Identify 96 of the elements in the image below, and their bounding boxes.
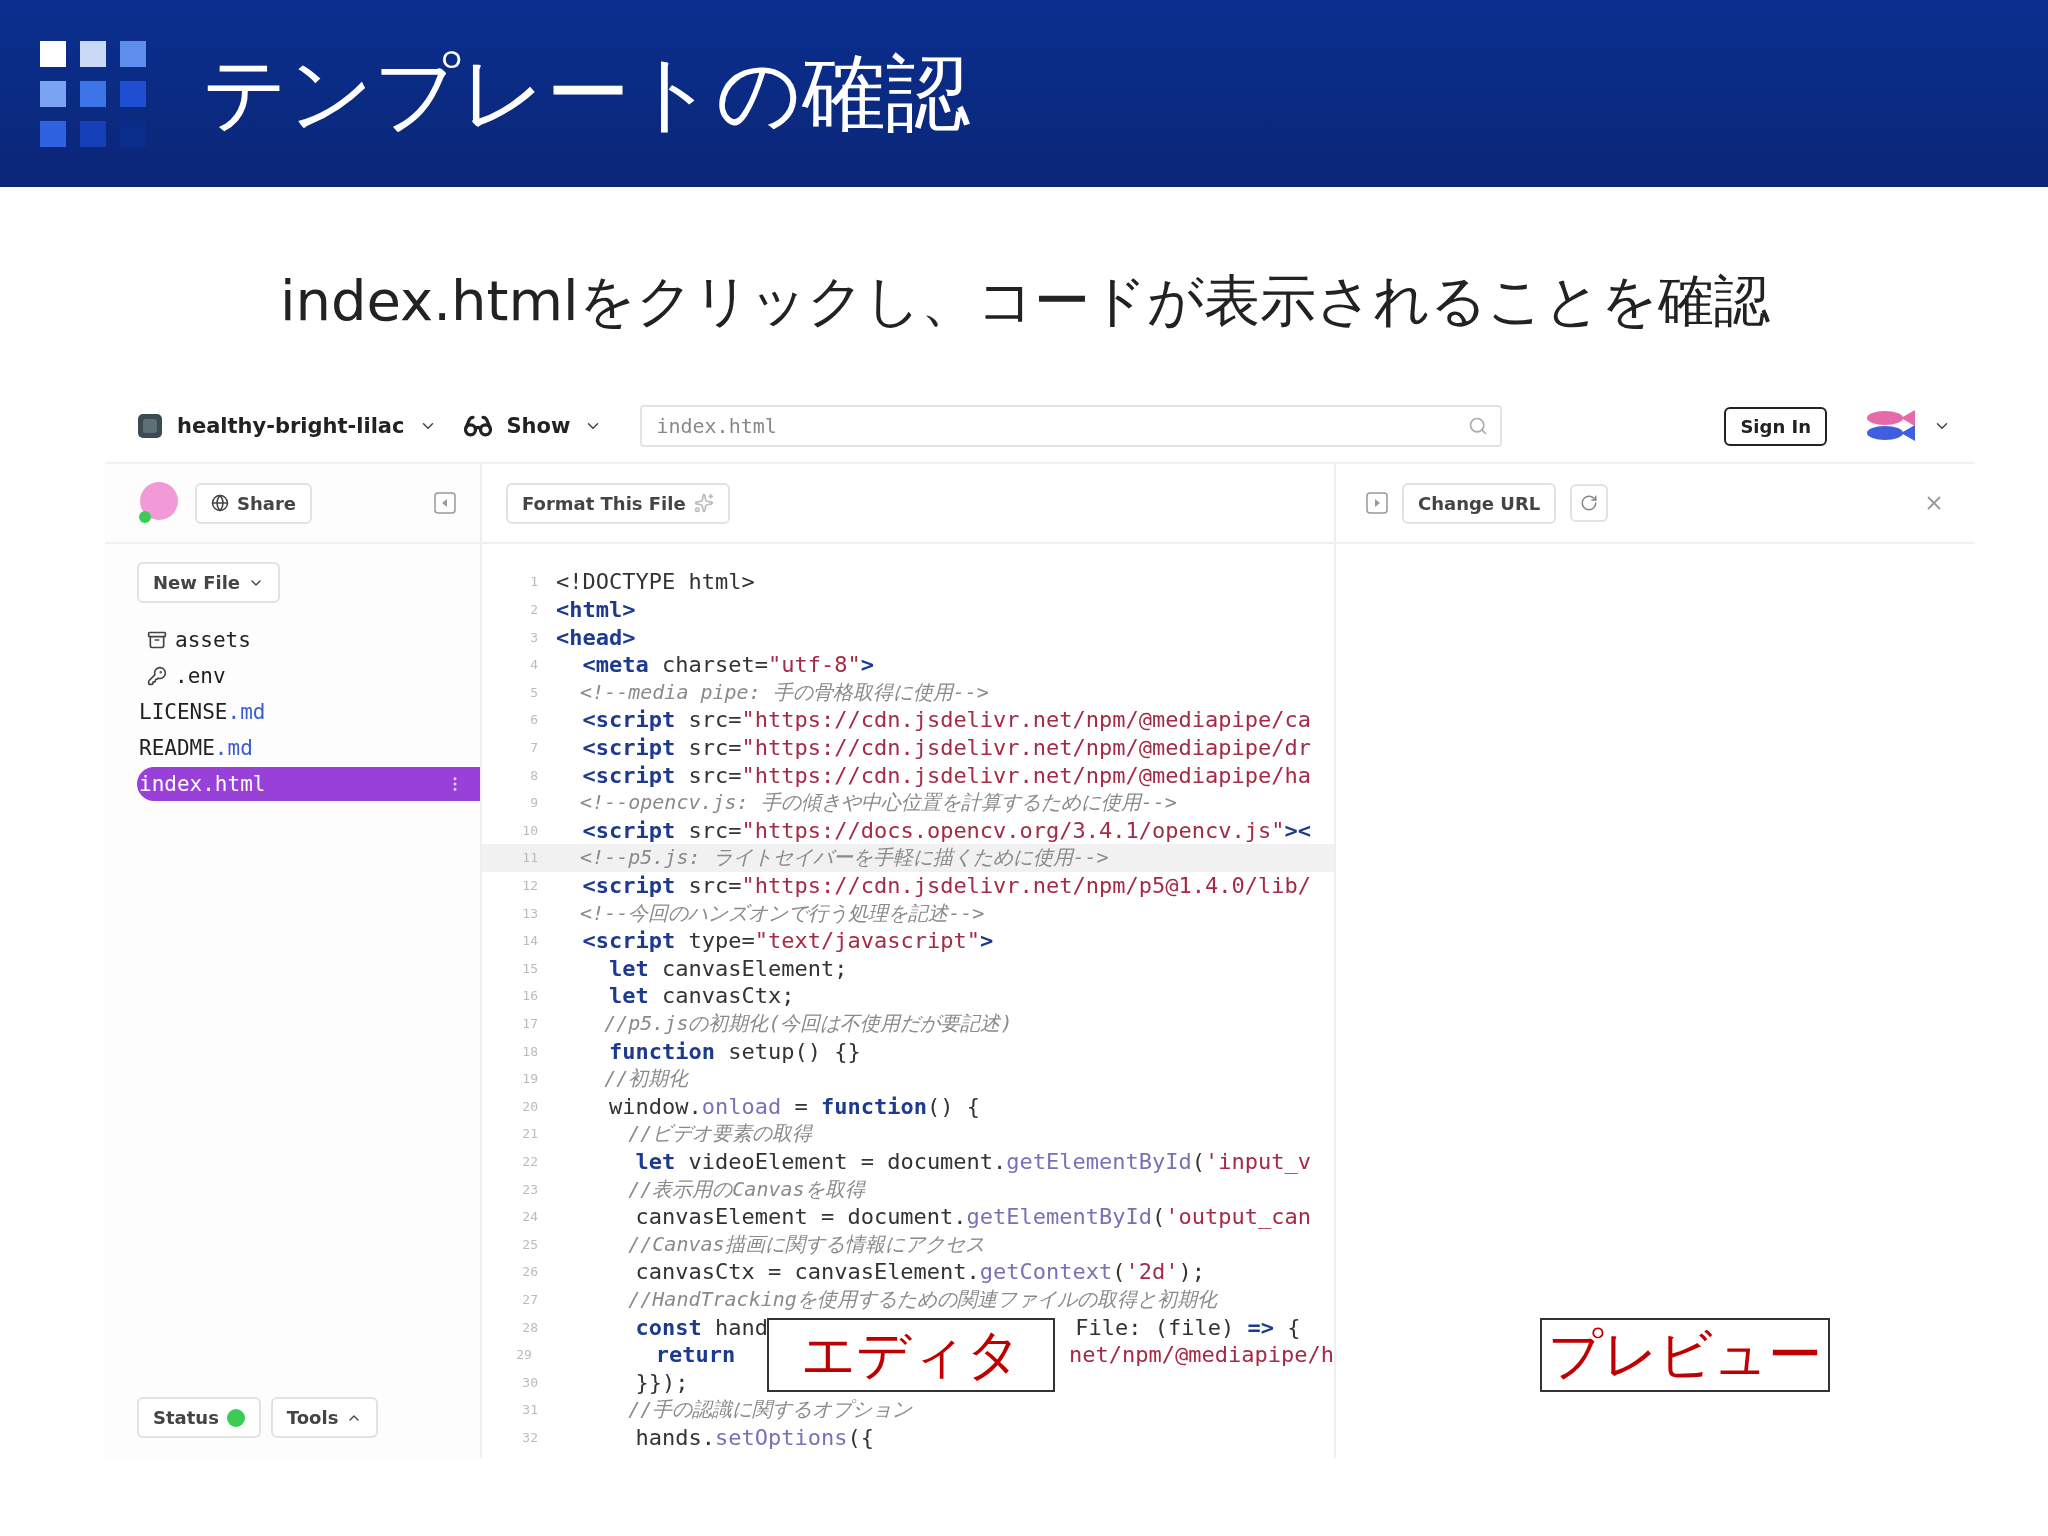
code-line: //手の認識に関するオプション [627,1396,913,1424]
line-number: 30 [521,1374,539,1390]
sign-in-button[interactable]: Sign In [1724,406,1827,446]
status-button[interactable]: Status [137,1397,261,1439]
slide-subtitle: index.htmlをクリックし、コードが表示されることを確認 [280,267,1771,335]
file-item[interactable]: assets [137,623,480,658]
line-number: 10 [521,822,539,838]
line-number: 13 [521,905,539,921]
code-line: <!--opencv.js: 手の傾きや中心位置を計算するために使用--> [579,789,1177,817]
line-number: 29 [515,1347,533,1363]
line-number: 1 [529,574,539,590]
file-item[interactable]: LICENSE.md [137,695,480,730]
file-item[interactable]: README.md [137,731,480,766]
line-number: 12 [521,878,539,893]
collapse-icon[interactable] [434,492,456,515]
callout-label: プレビュー [1540,1318,1830,1392]
code-line: <html> [556,597,636,623]
line-number: 22 [521,1153,539,1169]
line-number: 9 [529,795,539,811]
code-line: window.onload = function() { [607,1093,980,1119]
code-line: <script src="https://docs.opencv.org/3.4.1/opencv.js">< [581,817,1311,843]
line-number: 23 [521,1181,539,1197]
line-number: 15 [521,960,539,976]
project-icon [137,413,163,440]
code-line: <!DOCTYPE html> [556,569,755,595]
share-button[interactable]: Share [195,482,312,524]
code-line: <head> [556,624,636,650]
code-line: //HandTrackingを使用するための関連ファイルの取得と初期化 [627,1285,1217,1313]
code-line: return [654,1342,736,1368]
file-item[interactable]: index.html [137,767,480,802]
format-file-button[interactable]: Format This File [506,482,730,524]
code-line: //p5.jsの初期化(今回は不使用だが要記述) [603,1010,1013,1037]
avatar-icon[interactable] [137,481,181,526]
line-number: 3 [529,629,539,645]
line-number: 19 [521,1071,539,1087]
search-field[interactable]: index.html [640,405,1503,448]
file-item[interactable]: .env [137,659,480,694]
line-number: 20 [521,1098,539,1114]
line-number: 7 [529,740,539,756]
line-number: 24 [521,1209,539,1225]
line-number: 2 [529,602,539,618]
box-icon [147,630,167,651]
line-number: 21 [521,1126,539,1142]
line-number: 17 [521,1016,539,1031]
grid-logo-icon [40,40,146,147]
project-name[interactable]: healthy-bright-lilac [177,414,405,439]
code-line: //初期化 [603,1065,689,1093]
show-menu[interactable]: Show [506,414,571,439]
play-icon[interactable] [1366,492,1388,515]
code-line: function setup() {} [607,1038,861,1064]
code-line: net/npm/@mediapipe/h [1069,1342,1334,1368]
line-number: 25 [521,1236,539,1252]
code-line: <!--p5.js: ライトセイバーを手軽に描くために使用--> [579,844,1109,872]
new-file-button[interactable]: New File [137,562,280,604]
line-number: 18 [521,1043,539,1059]
code-line: <meta charset="utf-8"> [581,652,874,678]
code-line: File: (file) => { [1075,1314,1301,1340]
line-number: 6 [529,712,539,728]
refresh-button[interactable] [1570,484,1609,523]
code-line: const hand [634,1314,768,1340]
code-line: canvasCtx = canvasElement.getContext('2d'); [634,1259,1206,1285]
line-number: 27 [521,1291,539,1307]
search-icon [1468,416,1489,437]
line-number: 31 [521,1402,539,1418]
code-line: let canvasElement; [607,955,848,981]
code-line: }}); [634,1369,689,1395]
line-number: 26 [521,1264,539,1280]
line-number: 14 [521,933,539,949]
refresh-icon [1580,494,1599,513]
line-number: 16 [521,988,539,1004]
code-line: <!--media pipe: 手の骨格取得に使用--> [579,678,989,706]
slide-title: テンプレートの確認 [202,42,970,144]
code-line: //ビデオ要素の取得 [627,1120,813,1148]
line-number: 8 [529,767,539,783]
line-number: 32 [521,1429,539,1445]
code-line: let videoElement = document.getElementById('input_v [634,1148,1311,1174]
globe-icon [211,494,229,513]
code-line: hands.setOptions({ [634,1424,874,1450]
code-line: <script src="https://cdn.jsdelivr.net/npm/@mediapipe/ha [581,762,1311,788]
line-number: 28 [521,1319,539,1335]
code-line: <script src="https://cdn.jsdelivr.net/npm/p5@1.4.0/lib/ [581,873,1311,898]
code-line: <script src="https://cdn.jsdelivr.net/npm/@mediapipe/dr [581,735,1311,761]
code-line: //Canvas描画に関する情報にアクセス [627,1230,985,1258]
code-line: //表示用のCanvasを取得 [627,1175,865,1203]
code-line: <script type="text/javascript"> [581,928,994,954]
callout-label: エディタ [767,1318,1055,1392]
line-number: 4 [529,657,539,673]
code-line: let canvasCtx; [607,983,795,1009]
change-url-button[interactable]: Change URL [1402,482,1557,524]
key-icon [147,666,167,687]
code-line: canvasElement = document.getElementById('output_can [634,1204,1311,1230]
line-number: 5 [529,684,539,700]
code-line: <!--今回のハンズオンで行う処理を記述--> [579,899,985,927]
code-line: <script src="https://cdn.jsdelivr.net/npm/@mediapipe/ca [581,707,1311,733]
tools-button[interactable]: Tools [270,1397,379,1439]
sparkle-icon [693,493,714,514]
